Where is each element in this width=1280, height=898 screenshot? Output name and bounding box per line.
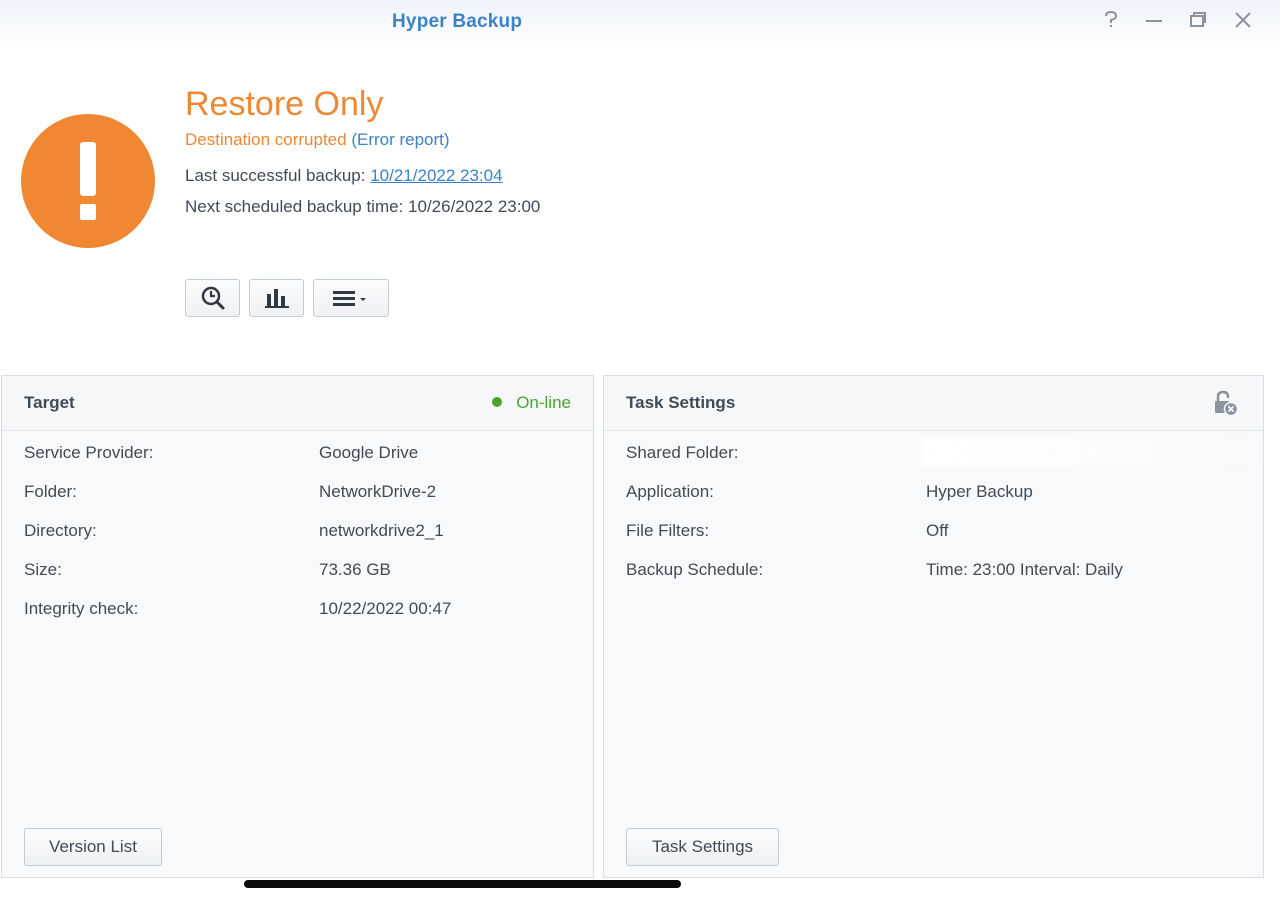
target-row-value: Google Drive [319,443,419,462]
next-backup-label: Next scheduled backup time: [185,197,404,216]
lock-icon[interactable] [1211,389,1239,417]
target-row-value: 10/22/2022 00:47 [319,599,452,618]
home-indicator [244,880,681,888]
target-row-label: Service Provider: [24,443,154,462]
app-title: Hyper Backup [392,11,523,32]
clock-search-icon [201,286,224,310]
backup-now-button[interactable] [185,279,240,317]
minimize-icon[interactable] [1141,10,1167,34]
online-status: On-line [492,393,571,413]
target-row-value: NetworkDrive-2 [319,482,437,501]
target-row-label: Size: [24,560,62,579]
target-row-value: networkdrive2_1 [319,521,444,540]
menu-dropdown-icon [333,291,366,306]
target-row-label: Directory: [24,521,97,540]
online-status-text: On-line [516,393,571,412]
bar-chart-icon [264,289,289,308]
task-row-label: Shared Folder: [626,443,739,462]
task-row-value: Off [926,521,949,540]
warning-icon [21,114,155,248]
next-backup-value: 10/26/2022 23:00 [408,197,541,216]
last-backup-label: Last successful backup: [185,166,366,185]
task-row-value: Time: 23:00 Interval: Daily [926,560,1123,579]
task-settings-panel: Task Settings Shared Folder: Application… [603,375,1264,878]
task-panel-header: Task Settings [604,376,1263,431]
status-title: Restore Only [185,85,384,123]
target-row-label: Integrity check: [24,599,139,618]
statistics-button[interactable] [249,279,304,317]
status-subtitle-text: Destination corrupted [185,130,347,149]
task-row-label: Application: [626,482,714,501]
task-settings-button[interactable]: Task Settings [626,828,779,866]
task-row-label: File Filters: [626,521,710,540]
task-row-value: Hyper Backup [926,482,1033,501]
last-backup-line: Last successful backup: 10/21/2022 23:04 [185,166,503,186]
status-subtitle: Destination corrupted (Error report) [185,130,450,150]
online-dot-icon [492,397,503,407]
target-panel-title: Target [24,393,75,412]
action-menu-button[interactable] [313,279,389,317]
task-panel-title: Task Settings [626,393,736,412]
version-list-button[interactable]: Version List [24,828,162,866]
help-icon[interactable] [1098,10,1124,34]
redacted-value [922,438,1262,466]
title-bar: Hyper Backup [0,0,1280,46]
close-icon[interactable] [1230,10,1256,34]
target-panel: Target On-line Service Provider: Google … [1,375,594,878]
last-backup-link[interactable]: 10/21/2022 23:04 [370,166,502,185]
target-row-label: Folder: [24,482,77,501]
error-report-link[interactable]: (Error report) [351,130,449,149]
target-row-value: 73.36 GB [319,560,391,579]
next-backup-line: Next scheduled backup time: 10/26/2022 2… [185,197,540,217]
restore-window-icon[interactable] [1185,10,1211,34]
task-row-label: Backup Schedule: [626,560,764,579]
target-panel-header: Target On-line [2,376,593,431]
